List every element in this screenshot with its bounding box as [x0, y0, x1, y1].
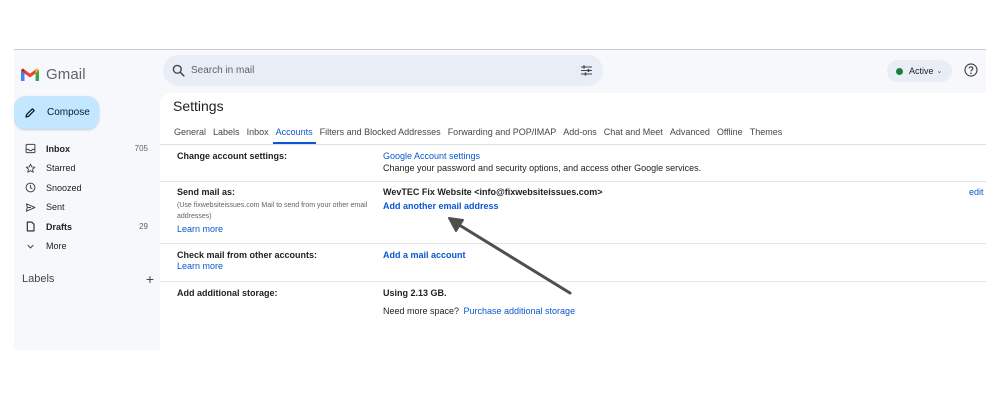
- sidebar-item-label: Drafts: [46, 221, 73, 232]
- tab-chat-meet[interactable]: Chat and Meet: [601, 124, 666, 144]
- inbox-count: 705: [134, 144, 148, 154]
- edit-info-link[interactable]: edit i: [969, 187, 986, 197]
- tab-themes[interactable]: Themes: [747, 124, 786, 144]
- add-label-button[interactable]: +: [146, 272, 154, 286]
- search-icon[interactable]: [172, 64, 185, 77]
- tab-offline[interactable]: Offline: [714, 124, 746, 144]
- page-title: Settings: [173, 98, 224, 114]
- sidebar-item-sent[interactable]: Sent: [14, 198, 154, 218]
- sidebar-item-label: Snoozed: [46, 182, 82, 193]
- settings-row-storage: Add additional storage: Using 2.13 GB. N…: [160, 282, 986, 322]
- tab-general[interactable]: General: [171, 124, 209, 144]
- add-mail-account-link[interactable]: Add a mail account: [383, 250, 466, 260]
- row-description: Change your password and security option…: [383, 163, 702, 173]
- sidebar-item-starred[interactable]: Starred: [14, 159, 154, 179]
- compose-label: Compose: [47, 107, 90, 118]
- status-selector[interactable]: Active ⌄: [887, 60, 952, 82]
- active-status-dot: [896, 67, 903, 75]
- sidebar-item-label: Starred: [46, 163, 76, 174]
- tab-forwarding[interactable]: Forwarding and POP/IMAP: [445, 124, 560, 144]
- row-title: Send mail as:: [177, 187, 236, 197]
- labels-title: Labels: [22, 273, 55, 285]
- sidebar-item-label: Inbox: [46, 143, 70, 154]
- gmail-window: Gmail Compose Inbox 705 Starred Snoozed: [14, 49, 986, 350]
- google-account-settings-link[interactable]: Google Account settings: [383, 151, 701, 161]
- inbox-icon: [24, 143, 36, 155]
- search-input[interactable]: [191, 65, 551, 76]
- row-title: Add additional storage:: [177, 288, 278, 298]
- add-email-address-link[interactable]: Add another email address: [383, 201, 603, 211]
- learn-more-link[interactable]: Learn more: [177, 261, 317, 271]
- storage-upsell: Need more space? Purchase additional sto…: [383, 301, 575, 319]
- purchase-storage-link[interactable]: Purchase additional storage: [464, 306, 576, 316]
- sidebar-item-label: More: [46, 241, 67, 252]
- labels-section-header: Labels +: [22, 272, 154, 286]
- settings-row-change-account: Change account settings: Google Account …: [160, 147, 986, 182]
- row-title: Change account settings:: [177, 151, 288, 161]
- compose-button[interactable]: Compose: [14, 96, 99, 129]
- caret-down-icon: ⌄: [936, 68, 943, 75]
- app-name: Gmail: [46, 65, 86, 83]
- sidebar-item-inbox[interactable]: Inbox 705: [14, 139, 154, 159]
- chevron-down-icon: [24, 240, 36, 252]
- settings-tabs: General Labels Inbox Accounts Filters an…: [160, 124, 986, 145]
- tab-accounts[interactable]: Accounts: [272, 124, 316, 144]
- search-bar: [163, 55, 603, 86]
- learn-more-link[interactable]: Learn more: [177, 224, 387, 234]
- tab-labels[interactable]: Labels: [210, 124, 243, 144]
- clock-icon: [24, 182, 36, 194]
- tab-addons[interactable]: Add-ons: [560, 124, 600, 144]
- settings-row-check-mail: Check mail from other accounts: Learn mo…: [160, 244, 986, 282]
- need-more-space-text: Need more space?: [383, 306, 460, 316]
- row-title: Check mail from other accounts:: [177, 250, 318, 260]
- help-icon[interactable]: [964, 63, 978, 77]
- pencil-icon: [25, 107, 35, 118]
- tab-advanced[interactable]: Advanced: [667, 124, 713, 144]
- settings-panel: Settings General Labels Inbox Accounts F…: [160, 93, 986, 350]
- row-note: (Use fixwebsiteissues.com Mail to send f…: [177, 202, 368, 220]
- sidebar-nav: Inbox 705 Starred Snoozed Sent Drafts 29…: [14, 139, 154, 256]
- storage-usage: Using 2.13 GB.: [383, 288, 447, 298]
- send-as-identity: WevTEC Fix Website <info@fixwebsiteissue…: [383, 187, 603, 197]
- sidebar-item-drafts[interactable]: Drafts 29: [14, 217, 154, 237]
- star-icon: [24, 162, 36, 174]
- tab-inbox[interactable]: Inbox: [244, 124, 272, 144]
- send-icon: [24, 201, 36, 213]
- status-label: Active: [909, 66, 934, 76]
- gmail-m-icon: [21, 68, 39, 81]
- draft-icon: [24, 221, 36, 233]
- search-options-icon[interactable]: [580, 64, 593, 77]
- sidebar-item-more[interactable]: More: [14, 237, 154, 257]
- gmail-logo[interactable]: Gmail: [20, 63, 86, 85]
- sidebar-item-snoozed[interactable]: Snoozed: [14, 178, 154, 198]
- sidebar-item-label: Sent: [46, 202, 65, 213]
- tab-filters[interactable]: Filters and Blocked Addresses: [317, 124, 444, 144]
- drafts-count: 29: [139, 222, 148, 232]
- settings-row-send-mail-as: Send mail as: (Use fixwebsiteissues.com …: [160, 182, 986, 244]
